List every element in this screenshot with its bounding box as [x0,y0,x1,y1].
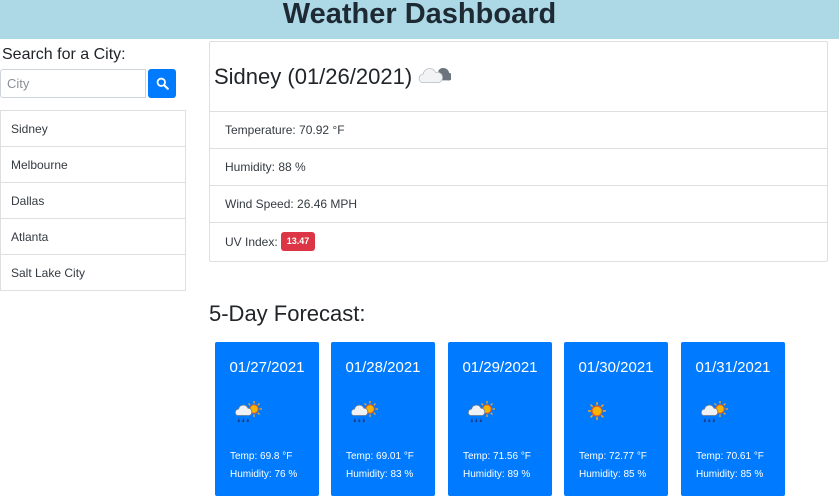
search-label: Search for a City: [2,46,126,63]
current-temperature: Temperature: 70.92 °F [210,112,827,149]
current-humidity: Humidity: 88 % [210,149,827,186]
uv-label: UV Index: [225,234,278,249]
forecast-date: 01/30/2021 [578,359,654,376]
forecast-temp: Temp: 69.01 °F [346,451,414,462]
forecast-card: 01/30/2021 Temp: 72.77 °F Humidity: 85 % [564,342,668,496]
city-item-dallas[interactable]: Dallas [0,183,186,219]
current-uv-row: UV Index: 13.47 [210,223,827,260]
sun-rain-icon [233,400,263,424]
forecast-temp: Temp: 70.61 °F [696,451,764,462]
forecast-date: 01/28/2021 [345,359,421,376]
forecast-humidity: Humidity: 76 % [230,469,298,480]
page-header: Weather Dashboard [0,0,839,39]
current-city-title: Sidney (01/26/2021) [214,63,413,89]
forecast-card: 01/29/2021 Temp: 71.56 °F Humidity: 89 % [448,342,552,496]
uv-index-badge: 13.47 [280,232,316,251]
forecast-humidity: Humidity: 85 % [696,469,764,480]
city-item-atlanta[interactable]: Atlanta [0,219,186,255]
forecast-humidity: Humidity: 85 % [579,469,647,480]
city-history-list: Sidney Melbourne Dallas Atlanta Salt Lak… [0,110,186,291]
forecast-date: 01/27/2021 [229,359,305,376]
forecast-card: 01/27/2021 Temp: 69.8 °F Humidity: 76 % [215,342,319,496]
sun-icon [582,400,612,424]
forecast-humidity: Humidity: 83 % [346,469,414,480]
forecast-title: 5-Day Forecast: [209,301,366,326]
forecast-humidity: Humidity: 89 % [463,469,531,480]
sun-rain-icon [466,400,496,424]
current-weather-header: Sidney (01/26/2021) [210,42,827,112]
search-icon [156,77,169,90]
forecast-card: 01/28/2021 Temp: 69.01 °F Humidity: 83 % [331,342,435,496]
page-title: Weather Dashboard [282,0,557,30]
partly-cloudy-icon [417,62,451,88]
forecast-temp: Temp: 69.8 °F [230,451,293,462]
forecast-date: 01/31/2021 [695,359,771,376]
city-item-salt-lake-city[interactable]: Salt Lake City [0,255,186,291]
city-item-melbourne[interactable]: Melbourne [0,147,186,183]
current-weather-card: Sidney (01/26/2021) Temperature: 70.92 °… [209,41,828,262]
sun-rain-icon [699,400,729,424]
forecast-temp: Temp: 71.56 °F [463,451,531,462]
search-button[interactable] [148,69,176,98]
city-item-sidney[interactable]: Sidney [0,110,186,147]
current-wind-speed: Wind Speed: 26.46 MPH [210,186,827,223]
sun-rain-icon [349,400,379,424]
forecast-card: 01/31/2021 Temp: 70.61 °F Humidity: 85 % [681,342,785,496]
city-search-input[interactable] [0,69,146,98]
forecast-date: 01/29/2021 [462,359,538,376]
forecast-temp: Temp: 72.77 °F [579,451,647,462]
